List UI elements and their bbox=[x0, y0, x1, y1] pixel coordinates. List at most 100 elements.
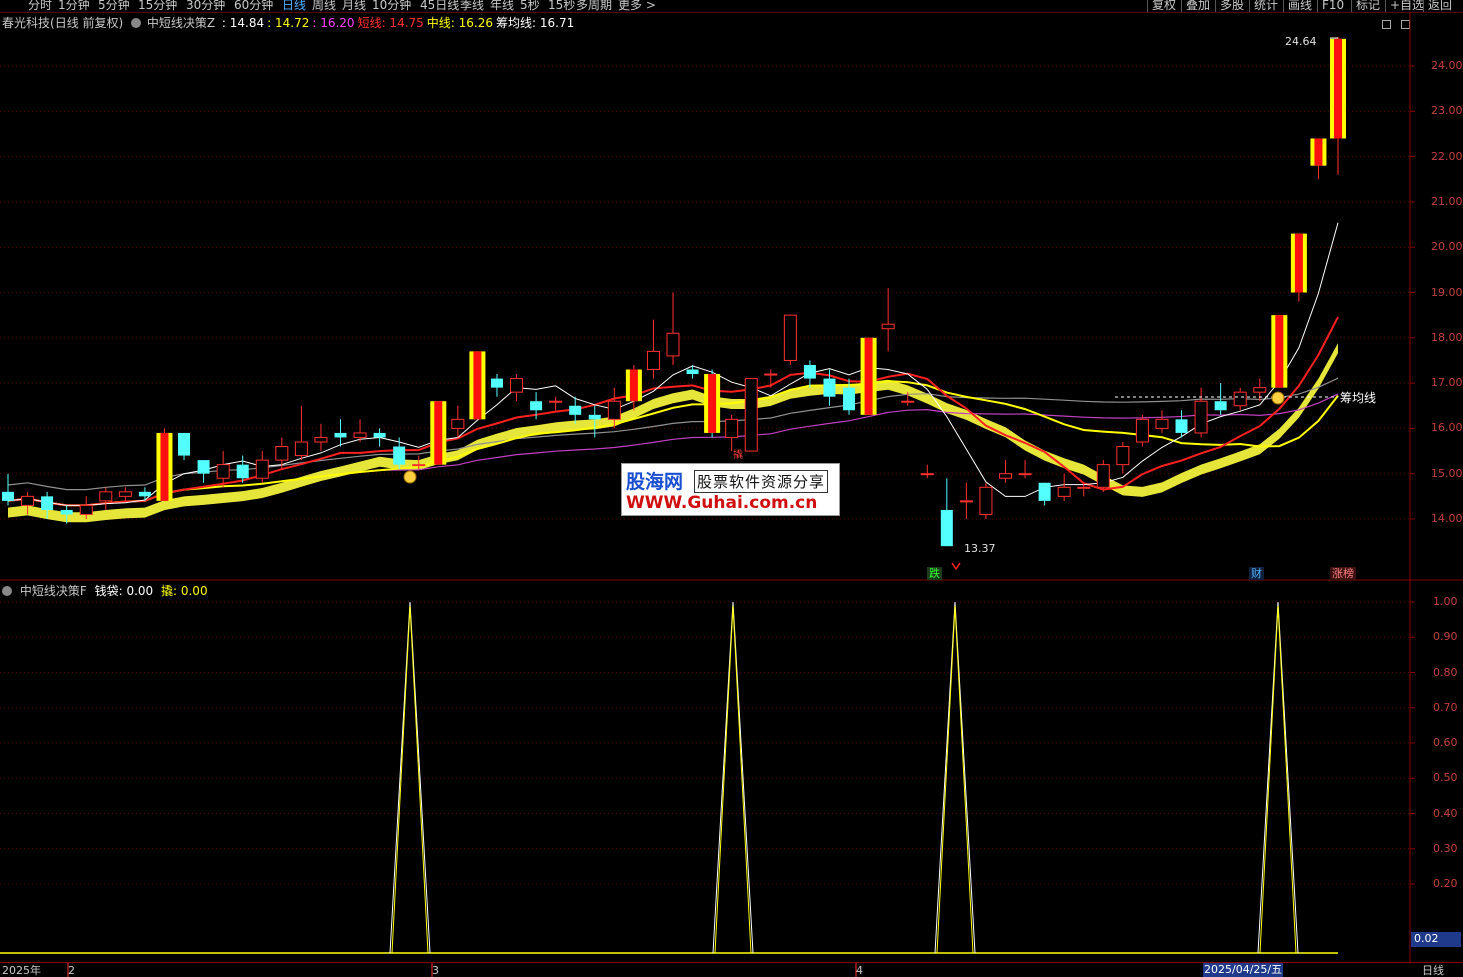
cai-tag: 财 bbox=[1249, 567, 1264, 580]
watermark-slogan: 股票软件资源分享 bbox=[694, 470, 829, 493]
watermark: 股海网 股票软件资源分享 WWW.Guhai.com.cn bbox=[621, 463, 840, 516]
x-label-year: 2025年 bbox=[2, 964, 41, 977]
candle-body bbox=[1038, 482, 1051, 501]
price-tick-label: 14.00 bbox=[1431, 512, 1463, 525]
sub-tick-label: 0.60 bbox=[1433, 736, 1458, 749]
sub-indicator-name[interactable]: 中短线决策F bbox=[20, 584, 87, 598]
signal-spike-white bbox=[389, 601, 431, 954]
candle-body bbox=[843, 387, 856, 411]
sub-tick-label: 0.30 bbox=[1433, 841, 1458, 855]
high-price-label: 24.64 bbox=[1285, 35, 1317, 48]
candle-body bbox=[725, 418, 739, 438]
candle-body bbox=[412, 464, 426, 467]
price-tick-label: 23.00 bbox=[1431, 104, 1463, 118]
signal-spike-yellow bbox=[391, 605, 429, 954]
sub-tick-label: 1.00 bbox=[1433, 595, 1458, 608]
signal-spike-white bbox=[712, 601, 754, 954]
candle-body bbox=[823, 378, 836, 397]
zhangting-tag: 涨榜 bbox=[1330, 567, 1356, 580]
candle-body bbox=[255, 459, 269, 479]
price-tick-label: 20.00 bbox=[1431, 240, 1463, 254]
candle-body bbox=[1194, 400, 1208, 434]
candle-body bbox=[236, 464, 249, 479]
qiao-value: 0.00 bbox=[180, 584, 208, 598]
candle-body bbox=[940, 509, 953, 547]
x-label-apr: 4 bbox=[856, 964, 863, 977]
candle-body bbox=[216, 464, 230, 479]
candle-body bbox=[1253, 387, 1267, 393]
candle-body bbox=[1077, 486, 1091, 489]
limit-up-candle-core bbox=[1275, 315, 1284, 388]
watermark-logo: 股海网 bbox=[626, 471, 684, 493]
sub-header: 中短线决策F 钱袋: 0.00 撬: 0.00 bbox=[2, 584, 208, 598]
limit-up-candle-core bbox=[1294, 233, 1303, 293]
candle-body bbox=[197, 460, 210, 474]
price-tick-label: 18.00 bbox=[1431, 330, 1463, 344]
candle-body bbox=[646, 350, 660, 371]
limit-up-candle-core bbox=[1334, 38, 1342, 139]
candle-body bbox=[959, 500, 973, 503]
limit-up-candle-core bbox=[160, 432, 169, 501]
candle-body bbox=[588, 414, 601, 420]
candle-body bbox=[901, 400, 915, 403]
signal-spike-white bbox=[1257, 601, 1299, 954]
candle-body bbox=[803, 364, 816, 379]
price-tick-label: 24.00 bbox=[1431, 59, 1463, 72]
collapse-icon[interactable] bbox=[2, 586, 12, 596]
candle-body bbox=[569, 405, 582, 415]
candle-body bbox=[178, 432, 191, 456]
candle-body bbox=[275, 446, 289, 461]
candle-body bbox=[79, 504, 93, 515]
x-label-mar: 3 bbox=[432, 964, 439, 977]
limit-up-candle-core bbox=[708, 374, 717, 433]
candle-body bbox=[373, 432, 386, 438]
sub-tick-label: 0.70 bbox=[1433, 700, 1458, 714]
limit-up-candle-core bbox=[864, 337, 873, 415]
price-tick-label: 21.00 bbox=[1431, 194, 1463, 208]
die-tag: 跌 bbox=[927, 567, 942, 580]
candle-body bbox=[783, 314, 797, 361]
qiandai-value: 0.00 bbox=[126, 584, 154, 598]
candle-body bbox=[1135, 418, 1149, 443]
sub-tick-label: 0.40 bbox=[1433, 806, 1458, 820]
low-price-label: 13.37 bbox=[964, 542, 996, 555]
candle-body bbox=[1175, 419, 1188, 433]
candle-body bbox=[686, 369, 699, 375]
candle-body bbox=[2, 491, 14, 501]
candle-body bbox=[314, 436, 328, 443]
qiandai-label: 钱袋 bbox=[94, 584, 119, 598]
candle-body bbox=[1018, 473, 1032, 476]
signal-spike-yellow bbox=[936, 605, 974, 954]
price-tick-label: 22.00 bbox=[1431, 149, 1463, 163]
sub-cursor-value: 0.02 bbox=[1411, 932, 1461, 947]
candle-body bbox=[607, 400, 621, 420]
signal-spike-yellow bbox=[1259, 605, 1297, 954]
price-tick-label: 15.00 bbox=[1431, 466, 1463, 480]
candle-body bbox=[353, 432, 367, 438]
x-label-feb: 2 bbox=[68, 964, 75, 977]
candle-body bbox=[510, 378, 524, 393]
signal-spike-white bbox=[934, 601, 976, 954]
date-axis: 2025年 2 3 4 2025/04/25/五 日线 bbox=[0, 962, 1463, 977]
price-tick-label: 19.00 bbox=[1431, 285, 1463, 299]
candle-body bbox=[881, 323, 895, 330]
money-bag-icon bbox=[403, 470, 417, 484]
period-label: 日线 bbox=[1422, 964, 1444, 977]
candle-body bbox=[666, 332, 680, 357]
price-tick-label: 16.00 bbox=[1431, 421, 1463, 435]
candle-body bbox=[294, 441, 308, 457]
down-arrow-icon bbox=[951, 562, 961, 571]
candle-body bbox=[334, 432, 347, 438]
candle-body bbox=[41, 496, 54, 510]
chou-jun-xian-label: 筹均线 bbox=[1340, 391, 1377, 405]
sub-tick-label: 0.90 bbox=[1433, 630, 1458, 644]
limit-up-candle-core bbox=[1314, 138, 1323, 166]
candle-body bbox=[99, 491, 113, 502]
price-tick-label: 17.00 bbox=[1431, 376, 1463, 390]
candle-body bbox=[1057, 486, 1071, 497]
candle-body bbox=[764, 373, 778, 376]
qiao-label: 撬 bbox=[160, 584, 173, 598]
candle-body bbox=[920, 473, 934, 476]
candle-body bbox=[999, 473, 1012, 479]
money-bag-icon bbox=[1271, 391, 1285, 405]
